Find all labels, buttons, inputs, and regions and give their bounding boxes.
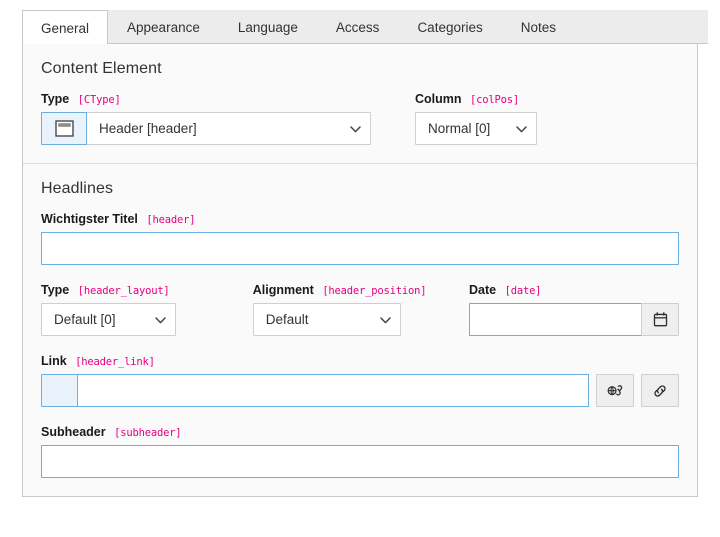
field-label-text: Date bbox=[469, 283, 497, 297]
tab-appearance[interactable]: Appearance bbox=[108, 10, 219, 43]
date-input[interactable] bbox=[469, 303, 641, 336]
field-key-date: [date] bbox=[504, 285, 542, 297]
tab-label: General bbox=[41, 20, 90, 36]
field-label-text: Type bbox=[41, 92, 70, 106]
subheader-input[interactable] bbox=[41, 445, 679, 478]
field-label-text: Link bbox=[41, 354, 67, 368]
link-control-group bbox=[41, 374, 589, 407]
content-header-icon bbox=[41, 112, 87, 145]
field-key-subheader: [subheader] bbox=[114, 427, 182, 439]
link-browser-icon bbox=[607, 383, 623, 398]
typo3-content-element-form: General Appearance Language Access Categ… bbox=[0, 0, 720, 537]
chevron-down-icon bbox=[350, 125, 361, 132]
link-browser-button[interactable] bbox=[596, 374, 634, 407]
header-layout-select[interactable]: Default [0] bbox=[41, 303, 176, 336]
field-label-text: Alignment bbox=[252, 283, 314, 297]
header-layout-value: Default [0] bbox=[54, 312, 116, 327]
link-action-buttons bbox=[596, 374, 679, 407]
content-element-field-row: Type [CType] Header [header] Column [col… bbox=[41, 92, 679, 145]
tab-label: Appearance bbox=[127, 19, 200, 35]
tab-notes[interactable]: Notes bbox=[502, 10, 575, 43]
tab-categories[interactable]: Categories bbox=[398, 10, 501, 43]
ctype-select-value: Header [header] bbox=[99, 121, 197, 136]
link-edit-button[interactable] bbox=[641, 374, 679, 407]
tab-language[interactable]: Language bbox=[219, 10, 317, 43]
field-key-ctype: [CType] bbox=[77, 94, 121, 106]
field-label-header-link: Link [header_link] bbox=[41, 354, 679, 368]
field-header-position: Alignment [header_position] Default bbox=[252, 283, 469, 336]
field-label-text: Wichtigster Titel bbox=[41, 212, 138, 226]
field-label-text: Type bbox=[41, 283, 70, 297]
section-title-headlines: Headlines bbox=[41, 180, 114, 197]
field-date: Date [date] bbox=[469, 283, 679, 336]
field-ctype: Type [CType] Header [header] bbox=[41, 92, 393, 145]
tab-access[interactable]: Access bbox=[317, 10, 399, 43]
headline-options-row: Type [header_layout] Default [0] Alignme… bbox=[41, 283, 679, 336]
field-label-date: Date [date] bbox=[469, 283, 679, 297]
chevron-down-icon bbox=[379, 316, 391, 323]
field-label-header-position: Alignment [header_position] bbox=[253, 283, 469, 297]
ctype-select[interactable]: Header [header] bbox=[87, 112, 371, 145]
section-content-element: Content Element Type [CType] Header [hea… bbox=[23, 44, 697, 163]
header-position-value: Default bbox=[265, 312, 309, 327]
field-label-colpos: Column [colPos] bbox=[415, 92, 537, 106]
tab-label: Notes bbox=[520, 19, 557, 35]
date-control-group bbox=[469, 303, 679, 336]
link-type-indicator bbox=[41, 374, 79, 407]
link-control-row bbox=[41, 374, 679, 407]
field-key-header-position: [header_position] bbox=[322, 285, 427, 297]
field-subheader: Subheader [subheader] bbox=[41, 425, 679, 478]
section-headlines: Headlines Wichtigster Titel [header] Typ… bbox=[23, 163, 697, 496]
field-key-header-link: [header_link] bbox=[75, 356, 155, 368]
calendar-picker-button[interactable] bbox=[641, 303, 679, 336]
header-input[interactable] bbox=[41, 232, 679, 265]
field-colpos: Column [colPos] Normal [0] bbox=[415, 92, 537, 145]
chain-link-icon bbox=[652, 383, 668, 399]
field-label-text: Subheader bbox=[41, 425, 106, 439]
tab-label: Access bbox=[335, 19, 380, 35]
field-header-layout: Type [header_layout] Default [0] bbox=[41, 283, 253, 336]
field-label-header-layout: Type [header_layout] bbox=[41, 283, 253, 297]
field-key-colpos: [colPos] bbox=[470, 94, 519, 106]
form-panel: Content Element Type [CType] Header [hea… bbox=[22, 44, 698, 497]
form-tab-bar: General Appearance Language Access Categ… bbox=[22, 10, 708, 45]
field-key-header-layout: [header_layout] bbox=[77, 285, 170, 297]
field-key-header: [header] bbox=[146, 214, 196, 226]
ctype-control-group: Header [header] bbox=[41, 112, 371, 145]
field-header-link: Link [header_link] bbox=[41, 354, 679, 407]
calendar-icon bbox=[653, 312, 668, 327]
field-label-ctype: Type [CType] bbox=[41, 92, 393, 106]
colpos-select-value: Normal [0] bbox=[428, 121, 491, 136]
section-title-content-element: Content Element bbox=[41, 60, 162, 77]
tab-general[interactable]: General bbox=[22, 10, 109, 45]
field-label-subheader: Subheader [subheader] bbox=[41, 425, 679, 439]
header-link-input[interactable] bbox=[78, 374, 589, 407]
chevron-down-icon bbox=[516, 125, 527, 132]
tab-label: Language bbox=[237, 19, 298, 35]
colpos-select[interactable]: Normal [0] bbox=[415, 112, 537, 145]
header-position-select[interactable]: Default bbox=[252, 303, 401, 336]
field-label-text: Column bbox=[415, 92, 462, 106]
tab-label: Categories bbox=[417, 19, 483, 35]
chevron-down-icon bbox=[155, 316, 166, 323]
field-header: Wichtigster Titel [header] bbox=[41, 212, 679, 265]
field-label-header: Wichtigster Titel [header] bbox=[41, 212, 679, 226]
